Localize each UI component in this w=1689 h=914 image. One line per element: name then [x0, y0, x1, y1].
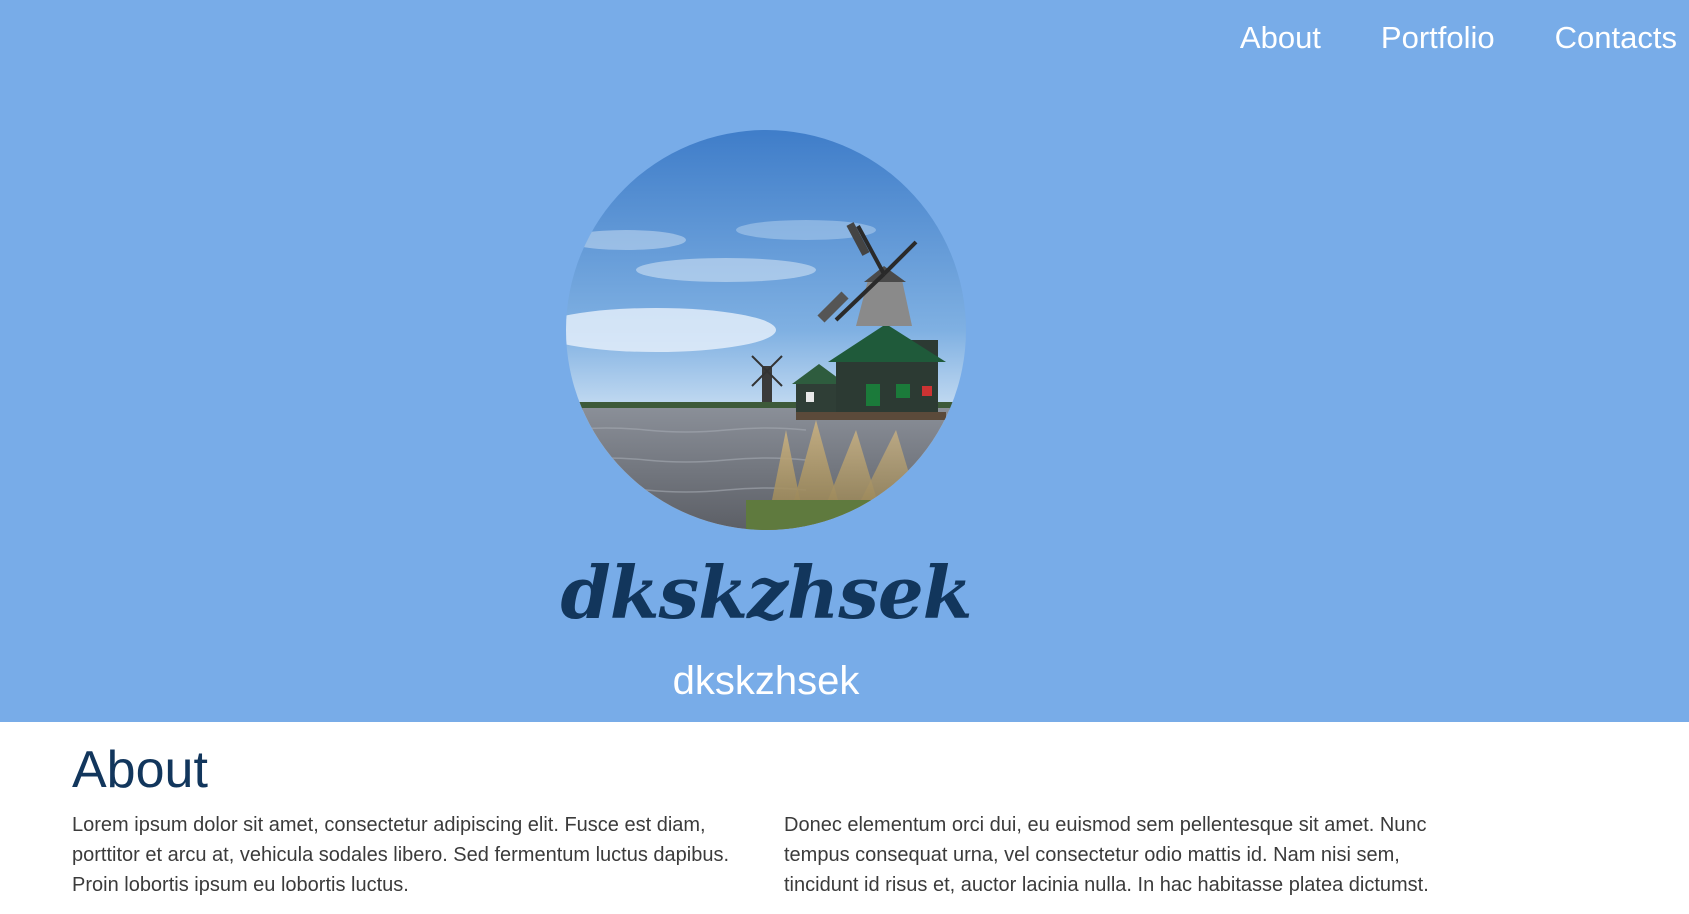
logo-title: dkskzhsek — [560, 550, 972, 635]
nav-link-portfolio[interactable]: Portfolio — [1381, 20, 1495, 56]
nav-link-contacts[interactable]: Contacts — [1555, 20, 1677, 56]
about-paragraph-right: Donec elementum orci dui, eu euismod sem… — [784, 814, 1429, 896]
avatar — [566, 130, 966, 530]
main-nav: About Portfolio Contacts — [1240, 20, 1677, 56]
about-heading: About — [72, 741, 208, 799]
about-paragraph-left: Lorem ipsum dolor sit amet, consectetur … — [72, 814, 730, 896]
hero-section: About Portfolio Contacts dkskzhsek dkskz… — [0, 0, 1689, 722]
windmill-photo-icon — [566, 130, 966, 530]
hero-subtitle: dkskzhsek — [672, 659, 860, 703]
nav-link-about[interactable]: About — [1240, 20, 1321, 56]
